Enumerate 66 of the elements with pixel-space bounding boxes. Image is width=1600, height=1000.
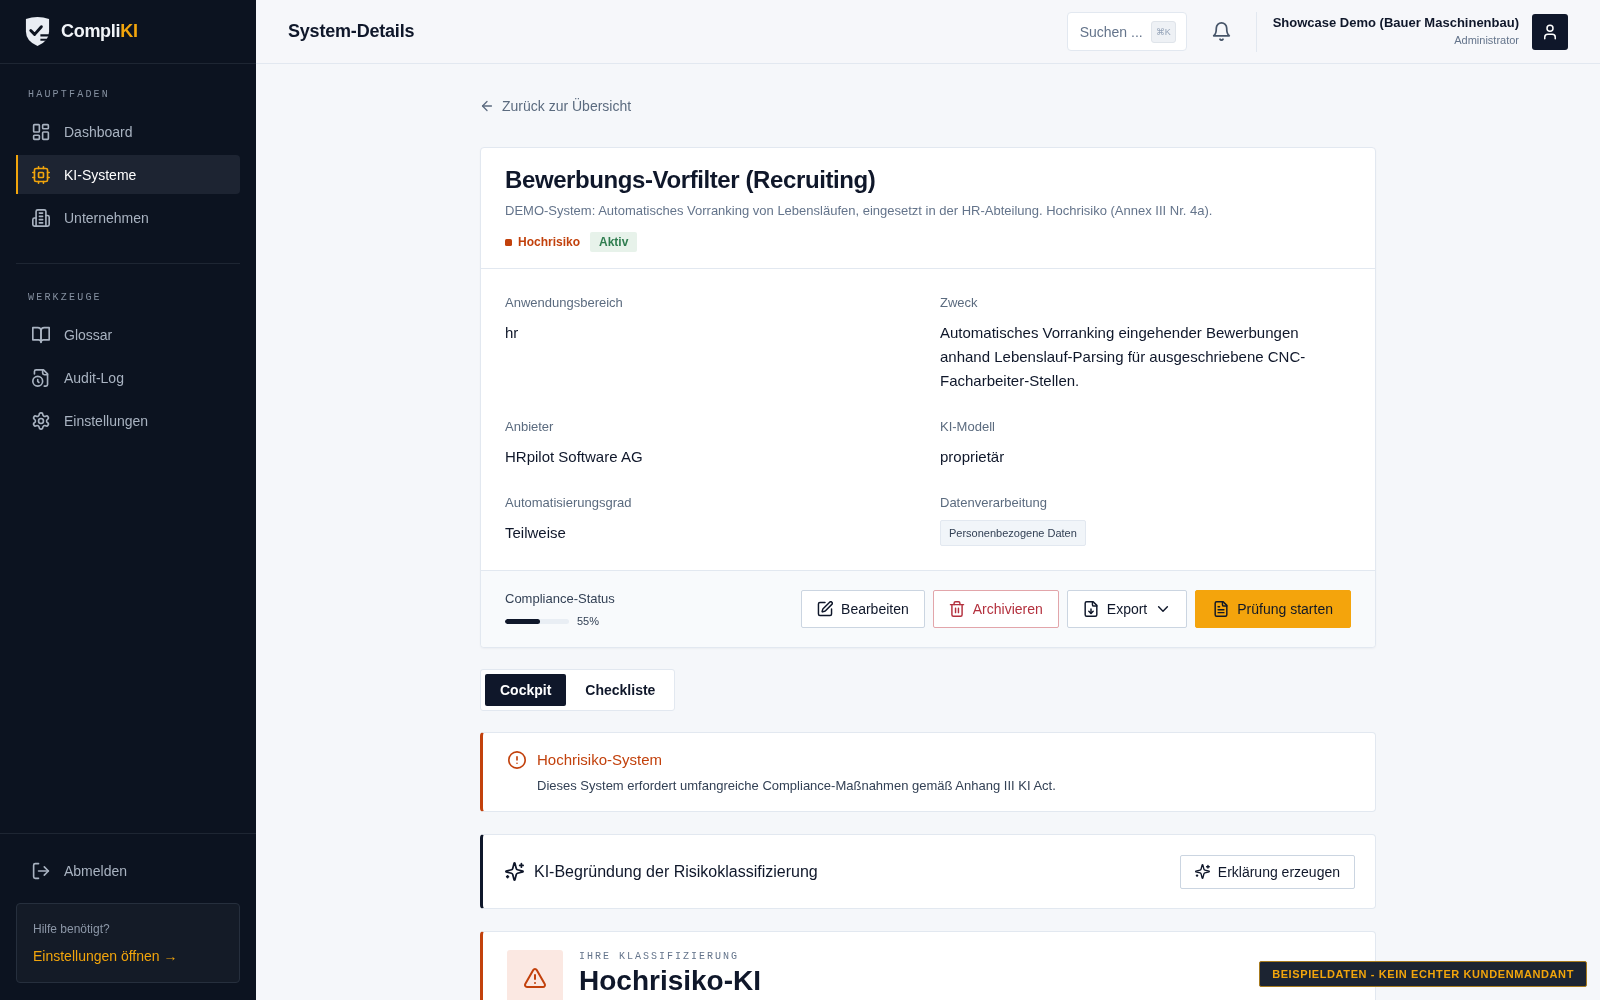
logout-button[interactable]: Abmelden	[16, 851, 144, 890]
field-value: Automatisches Vorranking eingehender Bewerbungen anhand Lebenslauf-Parsing für ausgeschriebene CNC-Facharbeiter-Stellen.	[940, 323, 1307, 391]
progress-reading: 55%	[577, 615, 600, 627]
nav-item[interactable]: Audit-Log	[16, 358, 240, 397]
dashboard-icon	[32, 122, 50, 141]
building-icon	[32, 208, 50, 227]
notification-bell-icon[interactable]	[1211, 22, 1231, 41]
edit-button[interactable]: Bearbeiten	[801, 590, 925, 628]
field-value: proprietär	[940, 447, 1006, 467]
file-download-icon	[1082, 601, 1099, 617]
user-role: Administrator	[1454, 34, 1519, 46]
document-icon	[1213, 601, 1230, 617]
brand-name: CompliKI	[61, 21, 138, 42]
nav-item[interactable]: Dashboard	[16, 112, 240, 151]
system-description: DEMO-System: Automatisches Vorranking von Lebensläufen, eingesetzt in der HR-Abteilung. Hochrisiko (Annex III Nr. 4a).	[505, 202, 1214, 220]
classification-eyebrow: IHRE KLASSIFIZIERUNG	[579, 950, 740, 964]
field-label: Anbieter	[505, 418, 554, 436]
help-link[interactable]: Einstellungen öffnen →	[33, 948, 178, 964]
field-label: Zweck	[940, 294, 978, 312]
nav-item[interactable]: KI-Systeme	[16, 155, 240, 194]
section-heading: HAUPTFADEN	[28, 88, 110, 102]
field-label: KI-Modell	[940, 418, 995, 436]
demo-data-banner: BEISPIELDATEN - KEIN ECHTER KUNDENMANDANT	[1259, 961, 1587, 987]
nav-item[interactable]: Unternehmen	[16, 198, 240, 237]
tab[interactable]: Checkliste	[570, 674, 671, 706]
status-badge: Aktiv	[590, 232, 638, 252]
field-value: hr	[505, 323, 520, 343]
sparkles-icon	[505, 862, 524, 881]
shield-logo-icon	[24, 16, 51, 47]
sparkles-icon	[1194, 864, 1210, 879]
explanation-title: KI-Begründung der Risikoklassifizierung	[534, 862, 818, 881]
alert-title: Hochrisiko-System	[537, 750, 663, 770]
field-value: Teilweise	[505, 523, 567, 543]
classification-title: Hochrisiko-KI	[579, 966, 762, 996]
warning-icon	[507, 950, 563, 1000]
field-label: Automatisierungsgrad	[505, 494, 632, 512]
field-label: Datenverarbeitung	[940, 494, 1047, 512]
compliance-label: Compliance-Status	[505, 591, 615, 606]
chip-icon	[32, 165, 50, 184]
field-value: HRpilot Software AG	[505, 447, 644, 467]
risk-label: Hochrisiko	[518, 235, 580, 249]
start-review-button[interactable]: Prüfung starten	[1195, 590, 1351, 628]
user-avatar-icon[interactable]	[1532, 13, 1568, 50]
archive-button[interactable]: Archivieren	[932, 590, 1059, 628]
logout-icon	[32, 861, 50, 880]
data-category-tag: Personenbezogene Daten	[940, 520, 1086, 546]
user-name: Showcase Demo (Bauer Maschinenbau)	[1272, 15, 1519, 30]
trash-icon	[948, 601, 965, 617]
help-text: Hilfe benötigt?	[33, 922, 110, 936]
generate-explanation-button[interactable]: Erklärung erzeugen	[1179, 854, 1355, 889]
section-heading: WERKZEUGE	[28, 291, 102, 305]
field-label: Anwendungsbereich	[505, 294, 623, 312]
edit-icon	[817, 601, 834, 617]
back-link[interactable]: Zurück zur Übersicht	[480, 96, 632, 116]
page-title: System-Details	[288, 21, 415, 42]
system-title: Bewerbungs-Vorfilter (Recruiting)	[505, 166, 876, 194]
alert-text: Dieses System erfordert umfangreiche Compliance-Maßnahmen gemäß Anhang III KI Act.	[537, 777, 1056, 795]
nav-item[interactable]: Einstellungen	[16, 401, 240, 440]
tab[interactable]: Cockpit	[485, 674, 567, 706]
export-button[interactable]: Export	[1066, 590, 1188, 628]
nav-item[interactable]: Glossar	[16, 315, 240, 354]
alert-circle-icon	[508, 751, 526, 769]
shortcut-hint: ⌘K	[1150, 21, 1176, 43]
book-icon	[32, 325, 50, 344]
settings-icon	[32, 411, 50, 430]
file-clock-icon	[32, 368, 50, 387]
